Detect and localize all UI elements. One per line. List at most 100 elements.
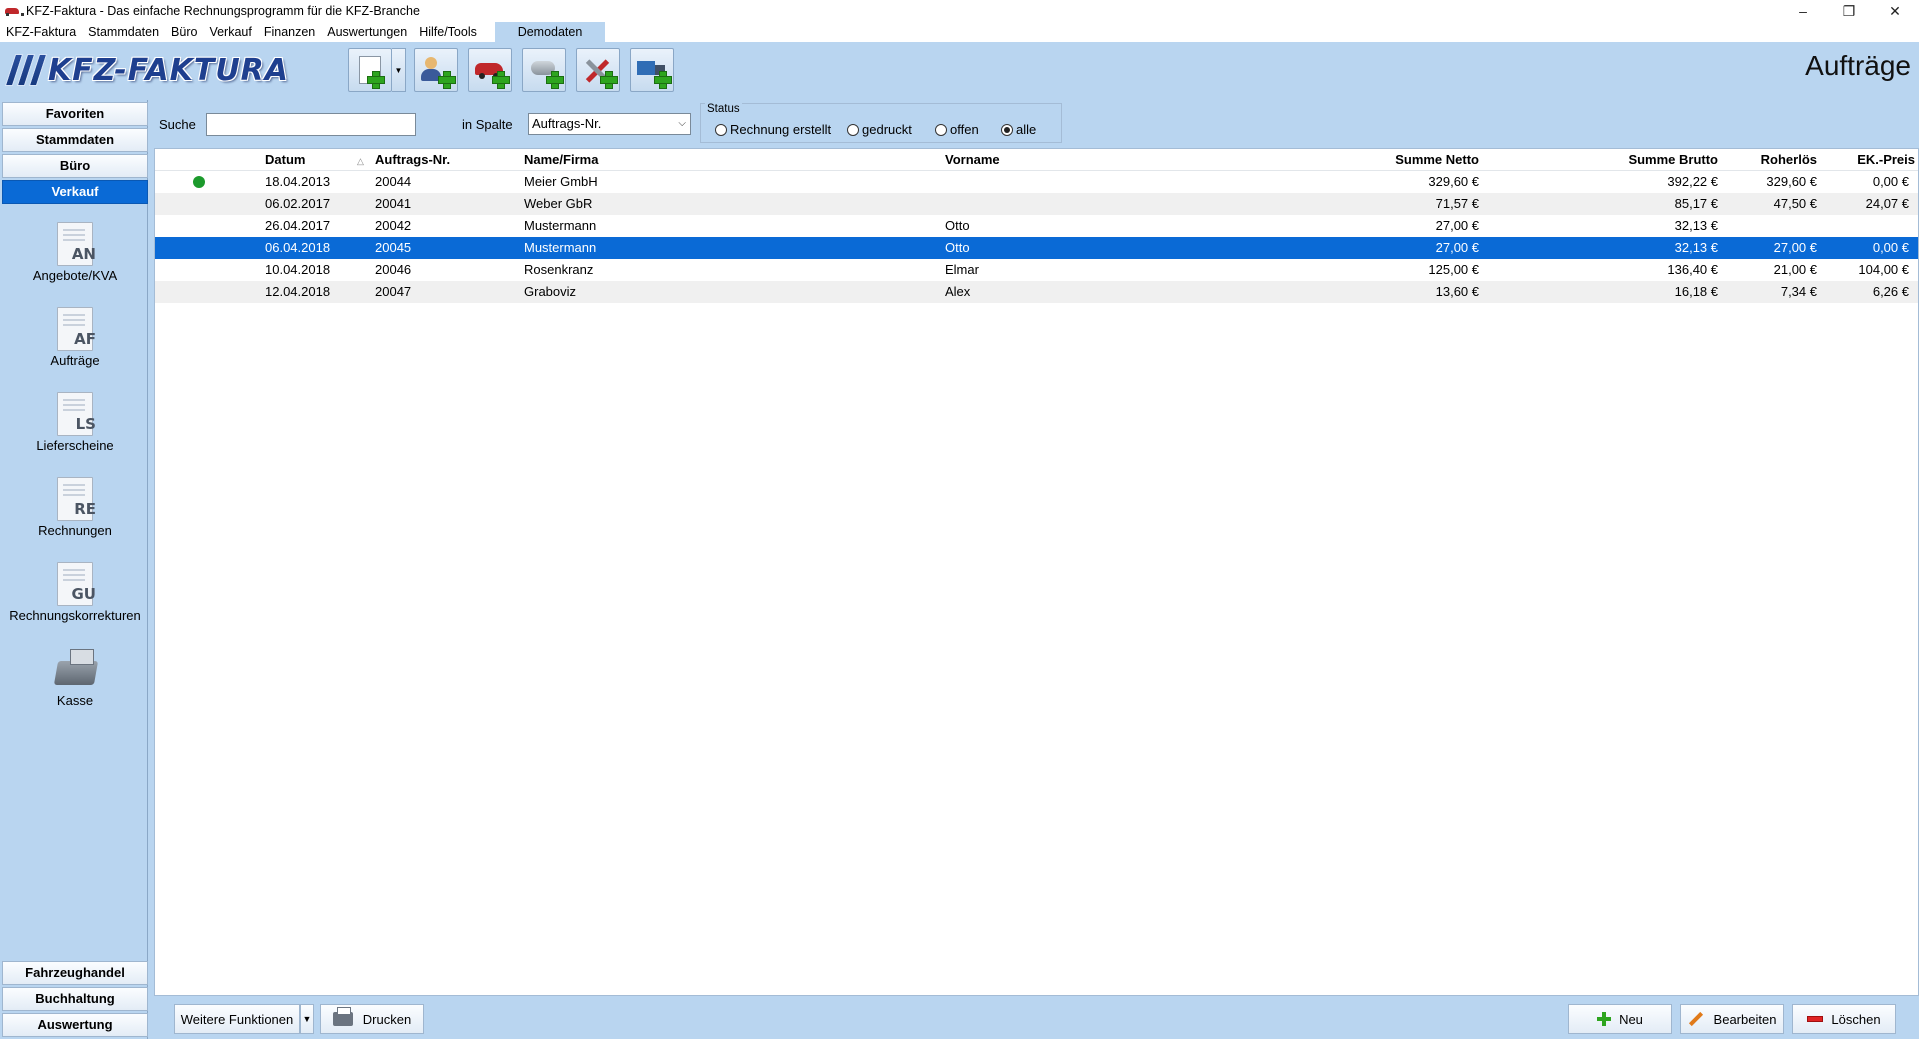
new-truck-button[interactable] bbox=[630, 48, 674, 92]
col-ek-preis[interactable]: EK.-Preis bbox=[1825, 149, 1915, 171]
sort-ascending-icon: △ bbox=[357, 156, 364, 166]
new-button[interactable]: Neu bbox=[1568, 1004, 1672, 1034]
close-button[interactable]: ✕ bbox=[1872, 0, 1918, 22]
nav-favoriten[interactable]: Favoriten bbox=[2, 102, 148, 126]
col-roherloes[interactable]: Roherlös bbox=[1725, 149, 1817, 171]
minimize-button[interactable]: – bbox=[1780, 0, 1826, 22]
app-logo: KFZ-FAKTURA bbox=[4, 52, 315, 88]
col-auftrags-nr[interactable]: Auftrags-Nr. bbox=[375, 149, 450, 171]
delete-button[interactable]: Löschen bbox=[1792, 1004, 1896, 1034]
menu-verkauf[interactable]: Verkauf bbox=[203, 22, 257, 42]
col-summe-netto[interactable]: Summe Netto bbox=[1255, 149, 1479, 171]
new-service-button[interactable] bbox=[576, 48, 620, 92]
document-an-icon: AN bbox=[57, 222, 96, 266]
module-kasse[interactable]: Kasse bbox=[2, 647, 148, 708]
module-lieferscheine[interactable]: LS Lieferscheine bbox=[2, 392, 148, 453]
new-document-button[interactable] bbox=[348, 48, 392, 92]
nav-verkauf[interactable]: Verkauf bbox=[2, 180, 148, 204]
status-offen-radio[interactable]: offen bbox=[935, 122, 979, 137]
col-vorname[interactable]: Vorname bbox=[945, 149, 1000, 171]
menu-bar: KFZ-Faktura Stammdaten Büro Verkauf Fina… bbox=[0, 22, 1919, 42]
car-app-icon bbox=[4, 5, 24, 17]
radio-icon bbox=[935, 123, 947, 136]
chevron-down-icon: ▼ bbox=[302, 1014, 312, 1024]
menu-hilfe-tools[interactable]: Hilfe/Tools bbox=[413, 22, 483, 42]
nav-auswertung[interactable]: Auswertung bbox=[2, 1013, 148, 1037]
nav-fahrzeughandel[interactable]: Fahrzeughandel bbox=[2, 961, 148, 985]
new-service-icon bbox=[583, 57, 618, 89]
search-input[interactable] bbox=[206, 113, 416, 136]
pencil-icon bbox=[1688, 1011, 1703, 1027]
nav-buero[interactable]: Büro bbox=[2, 154, 148, 178]
col-summe-brutto[interactable]: Summe Brutto bbox=[1495, 149, 1718, 171]
table-row[interactable]: 12.04.2018 20047 Graboviz Alex 13,60 € 1… bbox=[155, 281, 1918, 303]
menu-stammdaten[interactable]: Stammdaten bbox=[82, 22, 165, 42]
new-truck-icon bbox=[637, 57, 672, 89]
demo-data-tab[interactable]: Demodaten bbox=[495, 22, 605, 42]
column-select-value: Auftrags-Nr. bbox=[532, 116, 602, 131]
module-label: Angebote/KVA bbox=[32, 268, 118, 283]
radio-icon bbox=[847, 123, 859, 136]
status-legend: Status bbox=[705, 103, 742, 115]
status-alle-radio[interactable]: alle bbox=[1001, 122, 1036, 137]
printer-icon bbox=[332, 1007, 353, 1026]
page-title: Aufträge bbox=[1805, 50, 1911, 81]
table-row[interactable]: 06.02.2017 20041 Weber GbR 71,57 € 85,17… bbox=[155, 193, 1918, 215]
document-af-icon: AF bbox=[57, 307, 96, 351]
restore-button[interactable]: ❐ bbox=[1826, 0, 1872, 22]
table-row[interactable]: 18.04.2013 20044 Meier GmbH 329,60 € 392… bbox=[155, 171, 1918, 193]
new-document-icon bbox=[359, 56, 385, 89]
col-datum[interactable]: Datum bbox=[265, 149, 305, 171]
orders-table: Datum △ Auftrags-Nr. Name/Firma Vorname … bbox=[154, 148, 1919, 996]
delete-icon bbox=[1807, 1016, 1824, 1022]
module-rechnungskorrekturen[interactable]: GU Rechnungskorrekturen bbox=[2, 562, 148, 623]
radio-icon bbox=[715, 123, 727, 136]
status-green-dot-icon bbox=[193, 176, 205, 188]
filter-bar: Suche in Spalte Auftrags-Nr. ⌵ Status Re… bbox=[154, 100, 1919, 144]
status-filter-group: Status Rechnung erstellt gedruckt offen … bbox=[700, 103, 1062, 143]
table-row-selected[interactable]: 06.04.2018 20045 Mustermann Otto 27,00 €… bbox=[155, 237, 1918, 259]
module-label: Rechnungen bbox=[38, 523, 112, 538]
nav-buchhaltung[interactable]: Buchhaltung bbox=[2, 987, 148, 1011]
window-title: KFZ-Faktura - Das einfache Rechnungsprog… bbox=[26, 4, 420, 18]
status-rechnung-erstellt-radio[interactable]: Rechnung erstellt bbox=[715, 122, 831, 137]
module-rechnungen[interactable]: RE Rechnungen bbox=[2, 477, 148, 538]
menu-kfz-faktura[interactable]: KFZ-Faktura bbox=[0, 22, 82, 42]
status-gedruckt-radio[interactable]: gedruckt bbox=[847, 122, 912, 137]
header-toolbar: KFZ-FAKTURA ▼ Aufträge bbox=[0, 42, 1919, 98]
sidebar: Favoriten Stammdaten Büro Verkauf AN Ang… bbox=[2, 100, 148, 1039]
print-button[interactable]: Drucken bbox=[320, 1004, 424, 1034]
table-header: Datum △ Auftrags-Nr. Name/Firma Vorname … bbox=[155, 149, 1918, 171]
document-ls-icon: LS bbox=[57, 392, 96, 436]
column-label: in Spalte bbox=[462, 117, 513, 132]
module-label: Lieferscheine bbox=[36, 438, 114, 453]
new-part-icon bbox=[529, 57, 564, 89]
module-auftraege[interactable]: AF Aufträge bbox=[2, 307, 148, 368]
module-angebote[interactable]: AN Angebote/KVA bbox=[2, 222, 148, 283]
new-customer-button[interactable] bbox=[414, 48, 458, 92]
module-label: Rechnungskorrekturen bbox=[9, 608, 141, 623]
plus-icon bbox=[1597, 1012, 1612, 1026]
new-vehicle-icon bbox=[475, 57, 510, 89]
more-functions-button[interactable]: Weitere Funktionen bbox=[174, 1004, 300, 1034]
col-name-firma[interactable]: Name/Firma bbox=[524, 149, 598, 171]
logo-text: KFZ-FAKTURA bbox=[48, 52, 289, 88]
more-functions-dropdown[interactable]: ▼ bbox=[300, 1004, 314, 1034]
module-label: Kasse bbox=[56, 693, 94, 708]
menu-auswertungen[interactable]: Auswertungen bbox=[321, 22, 413, 42]
menu-buero[interactable]: Büro bbox=[165, 22, 203, 42]
document-re-icon: RE bbox=[57, 477, 96, 521]
column-select[interactable]: Auftrags-Nr. ⌵ bbox=[528, 113, 691, 135]
table-row[interactable]: 26.04.2017 20042 Mustermann Otto 27,00 €… bbox=[155, 215, 1918, 237]
table-row[interactable]: 10.04.2018 20046 Rosenkranz Elmar 125,00… bbox=[155, 259, 1918, 281]
new-vehicle-button[interactable] bbox=[468, 48, 512, 92]
nav-stammdaten[interactable]: Stammdaten bbox=[2, 128, 148, 152]
menu-finanzen[interactable]: Finanzen bbox=[258, 22, 321, 42]
main-panel: Suche in Spalte Auftrags-Nr. ⌵ Status Re… bbox=[154, 100, 1919, 1039]
module-label: Aufträge bbox=[50, 353, 100, 368]
radio-selected-icon bbox=[1001, 123, 1013, 136]
edit-button[interactable]: Bearbeiten bbox=[1680, 1004, 1784, 1034]
logo-slashes bbox=[4, 54, 48, 86]
new-part-button[interactable] bbox=[522, 48, 566, 92]
new-document-dropdown[interactable]: ▼ bbox=[392, 48, 406, 92]
